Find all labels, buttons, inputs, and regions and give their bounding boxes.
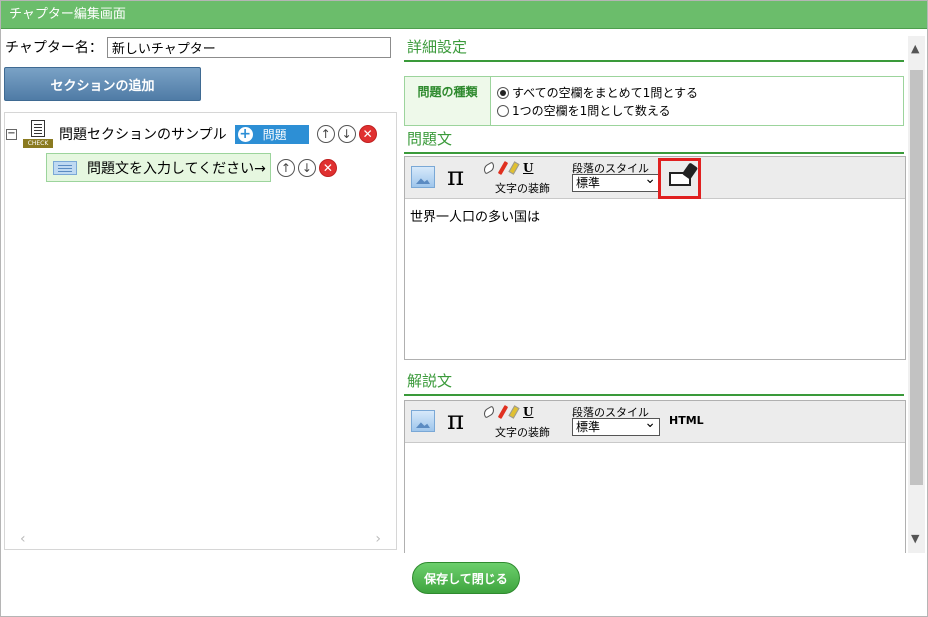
- radio-unselected-icon[interactable]: [497, 105, 509, 117]
- html-source-button[interactable]: HTML: [669, 414, 704, 427]
- tree-section-row[interactable]: − CHECK 問題セクションのサンプル + 問題 ↑ ↓ ✕: [6, 120, 380, 148]
- question-move-up-icon[interactable]: ↑: [276, 158, 295, 177]
- window-title: チャプター編集画面: [1, 1, 927, 29]
- scroll-thumb[interactable]: [910, 70, 923, 485]
- collapse-icon[interactable]: −: [6, 128, 17, 140]
- qtype-option-all[interactable]: すべての空欄をまとめて1問とする: [497, 84, 698, 102]
- horizontal-scrollbar[interactable]: ‹ ›: [6, 531, 395, 548]
- delete-question-icon[interactable]: ✕: [318, 158, 337, 177]
- plus-icon: +: [237, 125, 253, 142]
- text-decoration-icons: U: [481, 404, 533, 420]
- delete-section-icon[interactable]: ✕: [358, 125, 377, 143]
- explanation-editor-toolbar: π U 文字の装飾 段落のスタイル 標準 HTML: [405, 401, 905, 443]
- scroll-left-icon[interactable]: ‹: [20, 531, 26, 547]
- check-tag: CHECK: [23, 139, 53, 148]
- highlighter-icon[interactable]: [508, 405, 520, 419]
- save-and-close-button[interactable]: 保存して閉じる: [412, 562, 520, 594]
- question-item[interactable]: 問題文を入力してください→: [46, 153, 271, 182]
- formula-pi-icon[interactable]: π: [447, 162, 464, 192]
- scroll-right-icon[interactable]: ›: [375, 531, 381, 547]
- tree-question-row[interactable]: 問題文を入力してください→ ↑ ↓ ✕: [46, 153, 340, 182]
- question-editor: π U 文字の装飾 段落のスタイル 標準 世界一人口の多い国は: [404, 156, 906, 360]
- red-pen-icon[interactable]: [497, 404, 509, 420]
- explanation-editor: π U 文字の装飾 段落のスタイル 標準 HTML: [404, 400, 906, 553]
- question-move-down-icon[interactable]: ↓: [297, 158, 316, 177]
- qtype-option-all-label: すべての空欄をまとめて1問とする: [512, 86, 698, 100]
- highlighter-icon[interactable]: [508, 161, 520, 175]
- question-item-label: 問題文を入力してください→: [87, 160, 266, 177]
- insert-image-icon[interactable]: [411, 410, 435, 432]
- qtype-option-each[interactable]: 1つの空欄を1問として数える: [497, 102, 698, 120]
- underline-icon[interactable]: U: [523, 405, 533, 419]
- text-decoration-label: 文字の装飾: [495, 426, 550, 439]
- check-section-icon: CHECK: [23, 120, 53, 148]
- html-source-button[interactable]: [658, 158, 701, 199]
- section-tree: − CHECK 問題セクションのサンプル + 問題 ↑ ↓ ✕ 問題文を入力して…: [4, 112, 397, 550]
- radio-selected-icon[interactable]: [497, 87, 509, 99]
- formula-pi-icon[interactable]: π: [447, 406, 464, 436]
- paragraph-style-select[interactable]: 標準: [572, 171, 660, 192]
- insert-image-icon[interactable]: [411, 166, 435, 188]
- question-type-options: すべての空欄をまとめて1問とする 1つの空欄を1問として数える: [491, 77, 698, 125]
- explanation-text-area[interactable]: [405, 443, 905, 553]
- chapter-edit-window: チャプター編集画面 チャプター名： セクションの追加 − CHECK 問題セクシ…: [0, 0, 928, 617]
- chapter-name-label: チャプター名：: [5, 40, 103, 56]
- detail-pane: 詳細設定 問題の種類 すべての空欄をまとめて1問とする 1つの空欄を1問として数…: [404, 34, 906, 553]
- move-up-icon[interactable]: ↑: [316, 125, 335, 143]
- html-source-icon: [668, 171, 691, 186]
- question-editor-toolbar: π U 文字の装飾 段落のスタイル 標準: [405, 157, 905, 199]
- question-icon: [53, 160, 77, 175]
- text-decoration-icons: U: [481, 160, 533, 176]
- eraser-icon[interactable]: [481, 405, 497, 419]
- explanation-header: 解説文: [404, 368, 904, 396]
- chapter-name-input[interactable]: [106, 36, 391, 58]
- question-text-header: 問題文: [404, 126, 904, 154]
- chapter-name-row: チャプター名：: [5, 36, 391, 58]
- add-section-button[interactable]: セクションの追加: [4, 67, 201, 101]
- add-question-label: 問題: [262, 127, 287, 142]
- underline-icon[interactable]: U: [523, 161, 533, 175]
- paragraph-style-select[interactable]: 標準: [572, 415, 660, 436]
- scroll-down-icon[interactable]: ▼: [911, 532, 919, 545]
- detail-settings-header: 詳細設定: [404, 34, 904, 62]
- add-question-button[interactable]: + 問題: [234, 124, 309, 144]
- move-down-icon[interactable]: ↓: [337, 125, 356, 143]
- vertical-scrollbar[interactable]: ▲ ▼: [908, 36, 925, 553]
- question-type-box: 問題の種類 すべての空欄をまとめて1問とする 1つの空欄を1問として数える: [404, 76, 904, 126]
- eraser-icon[interactable]: [481, 161, 497, 175]
- text-decoration-label: 文字の装飾: [495, 182, 550, 195]
- question-type-label: 問題の種類: [405, 77, 491, 125]
- question-text-area[interactable]: 世界一人口の多い国は: [405, 199, 905, 359]
- qtype-option-each-label: 1つの空欄を1問として数える: [512, 104, 671, 118]
- red-pen-icon[interactable]: [497, 160, 509, 176]
- section-title[interactable]: 問題セクションのサンプル: [59, 124, 227, 144]
- scroll-up-icon[interactable]: ▲: [911, 42, 919, 55]
